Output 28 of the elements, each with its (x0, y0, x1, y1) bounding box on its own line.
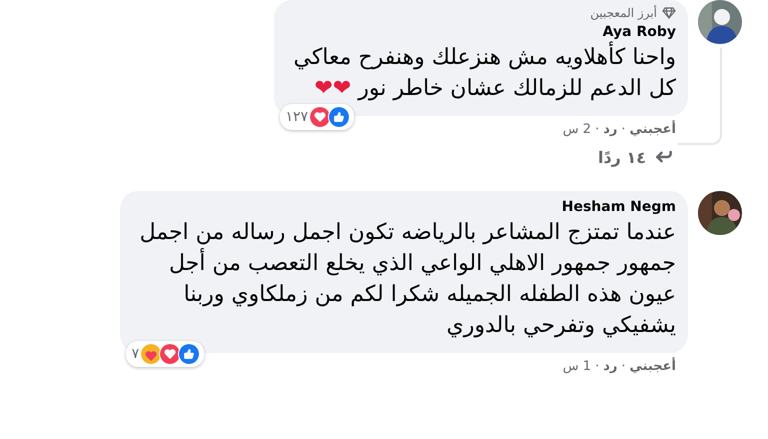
author-name[interactable]: Aya Roby (602, 24, 676, 40)
heart-icon (159, 343, 182, 365)
author-name[interactable]: Hesham Negm (562, 199, 676, 215)
like-link[interactable]: أعجبني (630, 359, 676, 374)
separator-dot: · (621, 122, 626, 137)
top-fan-label: أبرز المعجبين (590, 6, 657, 20)
reaction-summary[interactable]: ١٢٧ (280, 104, 354, 130)
heart-icon (309, 106, 332, 128)
like-link[interactable]: أعجبني (630, 122, 676, 137)
comment-text: واحنا كأهلاويه مش هنزعلك وهنفرح معاكي (294, 42, 676, 73)
reply-link[interactable]: رد (603, 359, 618, 374)
like-icon (178, 343, 200, 365)
hugging-heart-icon (140, 343, 162, 365)
view-replies-link[interactable]: ١٤ ردًا (584, 137, 688, 167)
comment-text: عندما تمتزج المشاعر بالرياضه تكون اجمل رساله من اجمل (140, 219, 676, 247)
diamond-icon (662, 7, 676, 19)
separator-dot: · (595, 359, 600, 374)
separator-dot: · (621, 359, 626, 374)
reaction-summary[interactable]: ٧ (126, 341, 204, 367)
comment-text: كل الدعم للزمالك عشان خاطر نور ❤❤ (314, 75, 676, 103)
comment-text: عيون هذه الطفله الجميله شكرا لكم من زملكاوي وربنا (184, 281, 676, 309)
separator-dot: · (595, 122, 600, 137)
timestamp: 1 س (562, 359, 592, 374)
comment-text: جمهور جمهور الاهلي الواعي الذي يخلع التعصب من أجل (168, 248, 676, 279)
timestamp: 2 س (562, 122, 592, 137)
reply-link[interactable]: رد (603, 122, 618, 137)
comment-text: يشفيكي وتفرحي بالدوري (446, 312, 676, 340)
like-icon (328, 106, 350, 128)
